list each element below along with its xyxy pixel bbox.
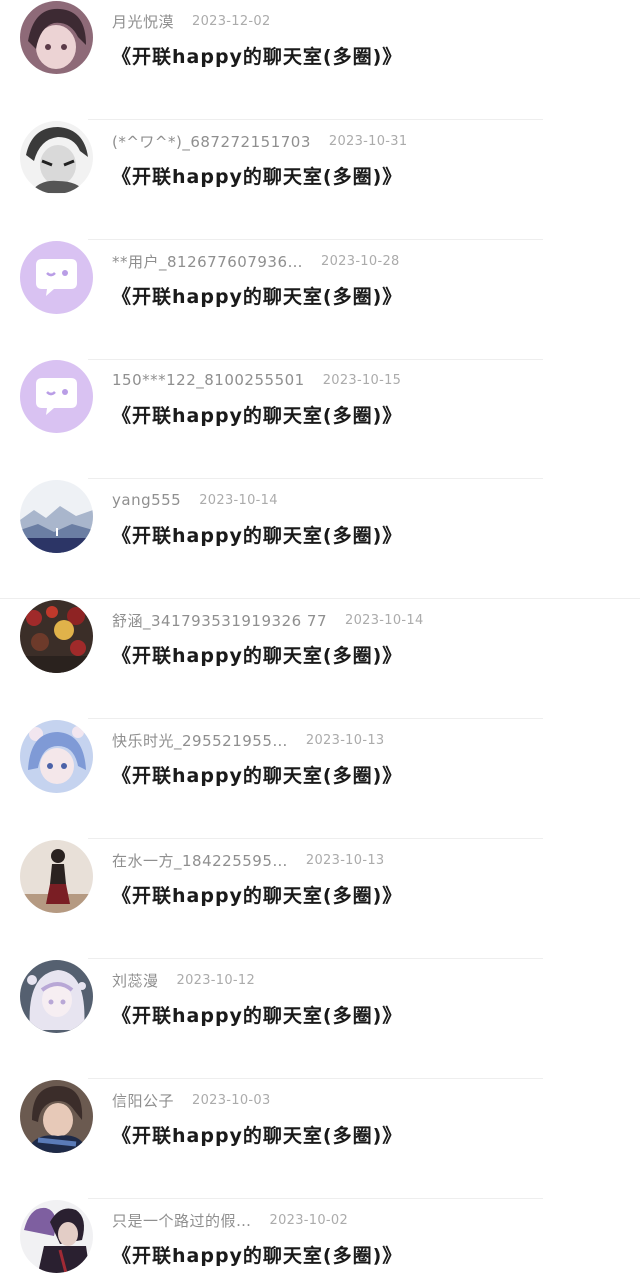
comment-item[interactable]: (*^ワ^*)_687272151703 2023-10-31 《开联happy的…: [0, 120, 640, 240]
festival-crowd-avatar-icon: [20, 600, 93, 673]
comment-date: 2023-10-31: [328, 133, 408, 149]
username[interactable]: 在水一方_184225595…: [112, 850, 288, 871]
username[interactable]: yang555: [112, 491, 181, 509]
avatar[interactable]: [20, 840, 93, 913]
comment-date: 2023-10-15: [322, 372, 402, 388]
comment-item[interactable]: 刘蕊漫 2023-10-12 《开联happy的聊天室(多圈)》: [0, 959, 640, 1079]
comment-date: 2023-10-13: [305, 732, 385, 748]
comment-text: 《开联happy的聊天室(多圈)》: [112, 1245, 403, 1267]
anime-white-hair-avatar-icon: [20, 960, 93, 1033]
woman-photo-avatar-icon: [20, 840, 93, 913]
comment-date: 2023-10-03: [192, 1092, 271, 1108]
comment-item[interactable]: 月光怳漠 2023-12-02 《开联happy的聊天室(多圈)》: [0, 0, 640, 120]
avatar[interactable]: [20, 1080, 93, 1153]
comment-text: 《开联happy的聊天室(多圈)》: [112, 405, 403, 427]
default-chat-avatar-icon: [20, 360, 93, 433]
comment-text: 《开联happy的聊天室(多圈)》: [112, 1005, 403, 1027]
avatar[interactable]: [20, 480, 93, 553]
sketch-boy-avatar-icon: [20, 121, 93, 194]
avatar[interactable]: [20, 960, 93, 1033]
avatar[interactable]: [20, 1, 93, 74]
comment-date: 2023-10-13: [305, 852, 385, 868]
comment-item[interactable]: 150***122_8100255501 2023-10-15 《开联happy的…: [0, 359, 640, 479]
avatar[interactable]: [20, 600, 93, 673]
avatar[interactable]: [20, 360, 93, 433]
avatar[interactable]: [20, 1200, 93, 1273]
username[interactable]: 信阳公子: [112, 1090, 174, 1111]
default-chat-avatar-icon: [20, 241, 93, 314]
username[interactable]: 月光怳漠: [112, 11, 174, 32]
comment-item[interactable]: 快乐时光_295521955… 2023-10-13 《开联happy的聊天室(多…: [0, 719, 640, 839]
comment-text: 《开联happy的聊天室(多圈)》: [112, 885, 403, 907]
comment-date: 2023-10-12: [176, 972, 256, 988]
comment-date: 2023-12-02: [192, 13, 271, 29]
comment-list: 月光怳漠 2023-12-02 《开联happy的聊天室(多圈)》 (*^ワ^*)…: [0, 0, 640, 1279]
username[interactable]: **用户_812677607936…: [112, 251, 303, 272]
anime-dark-hero-avatar-icon: [20, 1200, 93, 1273]
avatar[interactable]: [20, 121, 93, 194]
comment-text: 《开联happy的聊天室(多圈)》: [112, 765, 403, 787]
username[interactable]: 舒涵_341793531919326 77: [112, 610, 327, 631]
comment-text: 《开联happy的聊天室(多圈)》: [112, 286, 403, 308]
comment-date: 2023-10-14: [345, 612, 424, 628]
comment-item[interactable]: 只是一个路过的假… 2023-10-02 《开联happy的聊天室(多圈)》: [0, 1199, 640, 1279]
comment-item[interactable]: **用户_812677607936… 2023-10-28 《开联happy的聊天…: [0, 240, 640, 360]
comment-item[interactable]: 舒涵_341793531919326 77 2023-10-14 《开联happy…: [0, 599, 640, 719]
comment-date: 2023-10-28: [321, 253, 400, 269]
comment-item[interactable]: 信阳公子 2023-10-03 《开联happy的聊天室(多圈)》: [0, 1079, 640, 1199]
anime-man-avatar-icon: [20, 1080, 93, 1153]
username[interactable]: 150***122_8100255501: [112, 371, 305, 389]
username[interactable]: 刘蕊漫: [112, 970, 159, 991]
anime-girl-avatar-icon: [20, 1, 93, 74]
comment-date: 2023-10-02: [269, 1212, 349, 1228]
avatar[interactable]: [20, 720, 93, 793]
comment-text: 《开联happy的聊天室(多圈)》: [112, 166, 403, 188]
comment-text: 《开联happy的聊天室(多圈)》: [112, 525, 403, 547]
username[interactable]: 快乐时光_295521955…: [112, 730, 288, 751]
avatar[interactable]: [20, 241, 93, 314]
username[interactable]: 只是一个路过的假…: [112, 1210, 252, 1231]
comment-date: 2023-10-14: [199, 492, 278, 508]
landscape-avatar-icon: [20, 480, 93, 553]
comment-item[interactable]: 在水一方_184225595… 2023-10-13 《开联happy的聊天室(多…: [0, 839, 640, 959]
comment-text: 《开联happy的聊天室(多圈)》: [112, 645, 403, 667]
username[interactable]: (*^ワ^*)_687272151703: [112, 131, 311, 152]
comment-text: 《开联happy的聊天室(多圈)》: [112, 1125, 403, 1147]
anime-blue-girl-avatar-icon: [20, 720, 93, 793]
comment-item[interactable]: yang555 2023-10-14 《开联happy的聊天室(多圈)》: [0, 479, 640, 599]
comment-text: 《开联happy的聊天室(多圈)》: [112, 46, 403, 68]
